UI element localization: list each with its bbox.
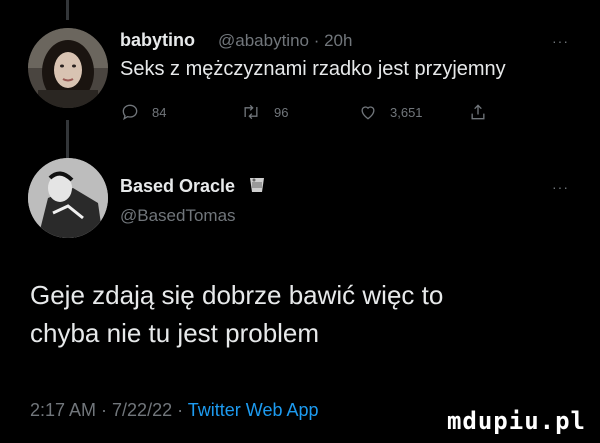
share-icon	[468, 102, 488, 122]
tweet-text: Seks z mężczyznami rzadko jest przyjemny	[120, 58, 506, 80]
tweet-meta: 2:17 AM · 7/22/22 · Twitter Web App	[30, 400, 319, 421]
author-name[interactable]: babytino	[120, 30, 195, 51]
author-handle-time[interactable]: @ababytino · 20h	[218, 31, 352, 51]
heart-icon	[358, 102, 378, 122]
thread-line-bottom	[66, 120, 69, 160]
author-name[interactable]: Based Oracle	[120, 176, 235, 197]
reply-count: 84	[152, 104, 167, 120]
more-options-icon[interactable]: ···	[552, 179, 569, 195]
share-button[interactable]	[468, 102, 488, 122]
tweet-text: Geje zdają się dobrze bawić więc to chyb…	[30, 276, 443, 352]
verified-emoji-icon	[246, 174, 268, 196]
like-button[interactable]: 3,651	[358, 102, 423, 122]
retweet-icon	[240, 102, 262, 122]
author-handle[interactable]: @BasedTomas	[120, 206, 236, 226]
tweet-timestamp[interactable]: 2:17 AM · 7/22/22 ·	[30, 400, 188, 420]
retweet-button[interactable]: 96	[240, 102, 288, 122]
tweet-source[interactable]: Twitter Web App	[188, 400, 319, 420]
more-options-icon[interactable]: ···	[552, 33, 569, 49]
retweet-count: 96	[274, 104, 289, 120]
tweet-text-line-2: chyba nie tu jest problem	[30, 318, 320, 348]
reply-icon	[120, 102, 140, 122]
thread-line-top	[66, 0, 69, 20]
reply-button[interactable]: 84	[120, 102, 166, 122]
like-count: 3,651	[390, 104, 423, 120]
site-watermark: mdupiu.pl	[446, 407, 586, 435]
avatar-babytino[interactable]	[28, 28, 108, 108]
tweet-text-line-1: Geje zdają się dobrze bawić więc to	[30, 280, 444, 310]
avatar-based-oracle[interactable]	[28, 158, 108, 238]
